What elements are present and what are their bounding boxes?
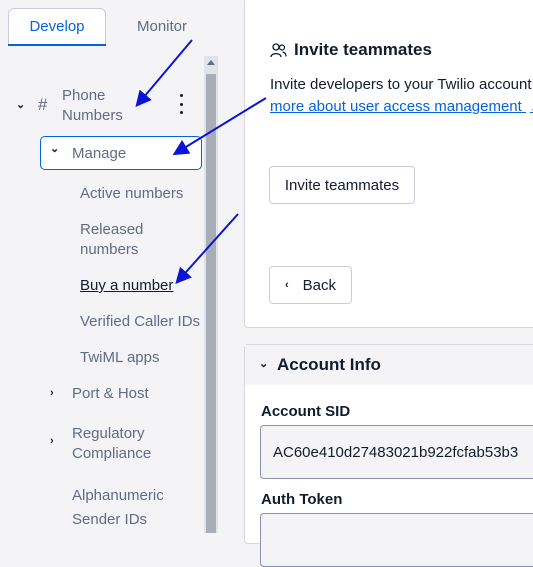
kebab-menu-icon[interactable] (176, 94, 186, 114)
sidebar-item-regulatory-line2[interactable]: Compliance (72, 444, 151, 464)
chevron-down-icon[interactable]: ⌄ (259, 357, 268, 370)
tab-monitor[interactable]: Monitor (116, 8, 208, 44)
sidebar-item-active-numbers[interactable]: Active numbers (80, 184, 183, 204)
auth-token-field[interactable] (260, 513, 533, 567)
invite-teammates-button[interactable]: Invite teammates (269, 166, 415, 204)
chevron-right-icon[interactable]: › (50, 435, 54, 447)
sidebar-scrollbar[interactable] (204, 56, 218, 533)
sidebar-item-verified-caller-ids[interactable]: Verified Caller IDs (80, 312, 200, 332)
chevron-right-icon[interactable]: › (50, 387, 54, 399)
users-icon (270, 42, 287, 57)
sidebar-item-regulatory[interactable]: Regulatory (72, 424, 145, 444)
chevron-down-icon[interactable]: ⌄ (16, 98, 25, 111)
scroll-up-icon[interactable] (207, 60, 215, 65)
auth-token-label: Auth Token (261, 491, 343, 508)
back-button[interactable]: ‹ Back (269, 266, 352, 304)
scrollbar-thumb[interactable] (206, 74, 216, 533)
user-access-link[interactable]: more about user access management ↗ (270, 96, 533, 118)
invite-description: Invite developers to your Twilio account (270, 76, 532, 93)
tab-develop[interactable]: Develop (8, 8, 106, 46)
sidebar-item-released-numbers[interactable]: Released (80, 220, 143, 240)
user-access-link-text[interactable]: more about user access management (270, 98, 522, 115)
sidebar-item-released-numbers-line2[interactable]: numbers (80, 240, 138, 260)
invite-heading-text: Invite teammates (294, 40, 432, 59)
sidebar-item-alphanumeric[interactable]: Alphanumeric (72, 486, 164, 506)
section-title-numbers[interactable]: Numbers (62, 106, 123, 126)
sidebar-item-twiml-apps[interactable]: TwiML apps (80, 348, 159, 368)
chevron-down-icon: ⌄ (50, 143, 60, 155)
account-sid-label: Account SID (261, 403, 351, 420)
sidebar: Develop Monitor ⌄ # Phone Numbers ⌄ Mana… (0, 0, 218, 533)
sidebar-item-manage-label: Manage (72, 145, 127, 162)
back-button-label: Back (302, 276, 337, 294)
section-title-phone[interactable]: Phone (62, 86, 105, 106)
hash-icon: # (38, 95, 48, 114)
account-info-title: Account Info (277, 355, 381, 374)
account-sid-field[interactable]: AC60e410d27483021b922fcfab53b3 (260, 425, 533, 479)
sidebar-item-buy-a-number[interactable]: Buy a number (80, 276, 173, 296)
invite-heading: Invite teammates (270, 40, 432, 60)
sidebar-item-alphanumeric-line2[interactable]: Sender IDs (72, 510, 147, 530)
sidebar-item-port-host[interactable]: Port & Host (72, 384, 149, 404)
chevron-left-icon: ‹ (284, 279, 289, 291)
